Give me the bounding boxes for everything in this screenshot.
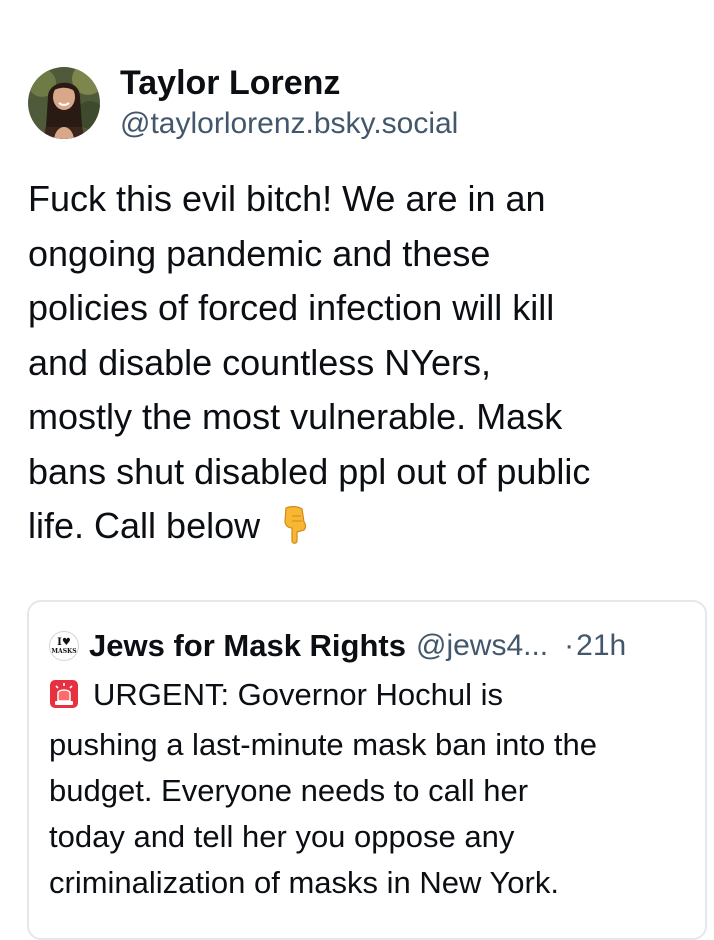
author-avatar[interactable]	[28, 67, 100, 139]
quoted-avatar-logo-top: I♥	[57, 636, 71, 648]
quoted-post-card[interactable]: I♥ MASKS Jews for Mask Rights @jews4... …	[27, 600, 707, 940]
quoted-avatar-logo-bottom: MASKS	[51, 647, 77, 655]
post-text: Fuck this evil bitch! We are in an ongoi…	[28, 172, 704, 560]
quoted-body-text: URGENT: Governor Hochul is pushing a las…	[49, 677, 597, 900]
profile-photo-icon	[28, 67, 100, 139]
quoted-separator: ·	[564, 629, 575, 662]
author-handle[interactable]: @taylorlorenz.bsky.social	[120, 104, 458, 144]
post-body-text: Fuck this evil bitch! We are in an ongoi…	[28, 178, 591, 546]
post-author[interactable]: Taylor Lorenz @taylorlorenz.bsky.social	[28, 62, 458, 144]
author-display-name[interactable]: Taylor Lorenz	[120, 62, 458, 104]
quoted-timestamp[interactable]: 21h	[576, 629, 626, 663]
quoted-author-avatar[interactable]: I♥ MASKS	[49, 631, 79, 661]
quoted-author-handle[interactable]: @jews4...	[416, 629, 548, 663]
police-siren-icon	[49, 676, 79, 722]
quoted-post-header: I♥ MASKS Jews for Mask Rights @jews4... …	[49, 628, 626, 664]
backhand-index-pointing-down-icon	[282, 505, 308, 560]
quoted-post-text: URGENT: Governor Hochul is pushing a las…	[49, 672, 699, 906]
quoted-author-name[interactable]: Jews for Mask Rights	[89, 628, 406, 664]
author-meta: Taylor Lorenz @taylorlorenz.bsky.social	[120, 62, 458, 144]
post: Taylor Lorenz @taylorlorenz.bsky.social …	[0, 0, 714, 940]
